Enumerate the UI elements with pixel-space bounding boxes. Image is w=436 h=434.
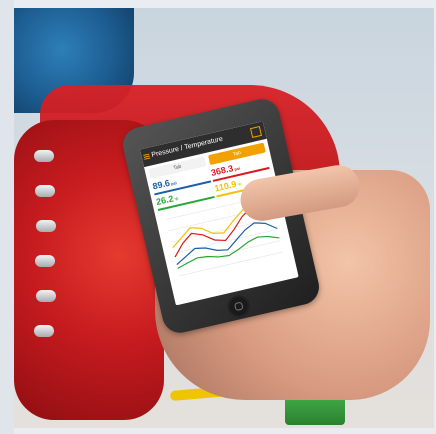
reading-4-unit: °F xyxy=(236,181,242,188)
reading-4-value: 110.9 xyxy=(213,178,238,194)
reading-1-unit: psi xyxy=(170,180,178,187)
home-icon[interactable] xyxy=(249,125,262,138)
phone-home-button[interactable] xyxy=(225,293,252,320)
grid-line xyxy=(179,251,283,277)
bolt xyxy=(35,255,55,267)
reading-3-unit: °F xyxy=(174,196,180,202)
reading-2-value: 368.3 xyxy=(209,163,235,178)
left-border xyxy=(0,0,14,434)
bolt xyxy=(34,325,54,337)
bolt xyxy=(36,220,56,232)
product-photo: Pressure / Temperature Tab Tab 89.6psi 3… xyxy=(0,0,436,434)
bolt xyxy=(36,290,56,302)
bolt xyxy=(35,185,55,197)
menu-icon[interactable] xyxy=(143,153,150,156)
reading-1-value: 89.6 xyxy=(151,177,171,192)
reading-3-value: 26.2 xyxy=(155,193,175,208)
bolt xyxy=(34,150,54,162)
reading-2-unit: psi xyxy=(233,165,241,172)
